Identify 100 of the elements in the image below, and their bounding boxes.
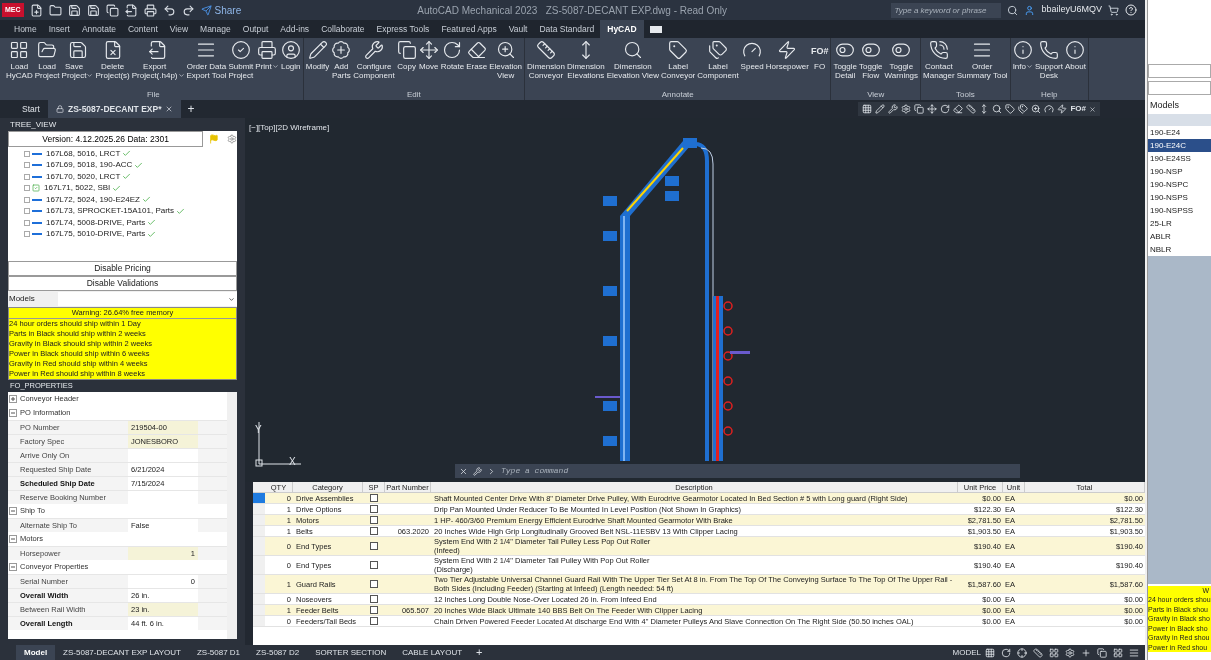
ribbon-button[interactable]: Contact Manager xyxy=(922,38,956,89)
ribbon-tab[interactable]: Manage xyxy=(194,20,237,38)
tree-item[interactable]: 167L75, 5010-DRIVE, Parts xyxy=(46,228,146,241)
viewport-label[interactable]: [−][Top][2D Wireframe] xyxy=(249,122,330,134)
ribbon-button[interactable]: Login xyxy=(279,38,302,89)
lines-icon[interactable] xyxy=(1129,647,1139,658)
list-item[interactable]: 190-NSPS xyxy=(1148,191,1211,204)
ribbon-button[interactable]: Print xyxy=(254,38,280,89)
panel-button[interactable]: Disable Pricing xyxy=(8,261,237,276)
ribbon-button[interactable]: Order Data Export Tool xyxy=(185,38,228,89)
ribbon-button[interactable]: Rotate xyxy=(439,38,466,89)
ribbon-tab[interactable]: Insert xyxy=(42,20,76,38)
ribbon-button[interactable]: About xyxy=(1064,38,1087,89)
grid-icon[interactable] xyxy=(1113,647,1123,658)
fo-icon[interactable]: FO# xyxy=(1070,103,1086,115)
checkbox[interactable] xyxy=(370,527,378,535)
layout-tab[interactable]: ZS-5087 D1 xyxy=(188,645,249,660)
zoom-icon[interactable] xyxy=(1031,104,1042,114)
ribbon-button[interactable]: Move xyxy=(417,38,440,89)
layout-tab[interactable]: CABLE LAYOUT xyxy=(394,645,471,660)
ribbon-button[interactable]: Submit Project xyxy=(227,38,255,89)
cart-icon[interactable] xyxy=(1108,4,1119,16)
search-field[interactable]: Type a keyword or phrase xyxy=(891,2,1002,18)
ruler-icon[interactable] xyxy=(966,104,977,114)
checkbox[interactable] xyxy=(370,595,378,603)
rotate-icon[interactable] xyxy=(940,104,951,114)
ribbon-tab[interactable]: Add-ins xyxy=(274,20,316,38)
checkbox[interactable] xyxy=(370,505,378,513)
copy-icon[interactable] xyxy=(914,104,925,114)
grid-icon[interactable] xyxy=(1049,647,1059,658)
undo-icon[interactable] xyxy=(162,3,176,17)
file-export-icon[interactable] xyxy=(124,3,138,17)
checkbox[interactable] xyxy=(370,516,378,524)
share-button[interactable]: Share xyxy=(200,2,242,18)
checkbox[interactable] xyxy=(370,494,378,502)
gauge-icon[interactable] xyxy=(1044,104,1055,114)
table-row[interactable] xyxy=(253,575,1145,594)
ribbon-button[interactable]: Toggle Detail xyxy=(832,38,858,89)
tree-item[interactable]: 167L68, 5016, LRCT xyxy=(46,147,121,160)
crosshair-icon[interactable] xyxy=(1017,647,1027,658)
ribbon-button[interactable]: Order Summary Tool xyxy=(955,38,1009,89)
list-item[interactable]: 190-NSPC xyxy=(1148,178,1211,191)
list-item[interactable]: 25-LR xyxy=(1148,217,1211,230)
list-item[interactable]: 190-E24SS xyxy=(1148,152,1211,165)
ribbon-button[interactable]: Speed xyxy=(739,38,765,89)
ribbon-button[interactable]: Erase xyxy=(465,38,489,89)
document-tab[interactable]: ZS-5087-DECANT EXP* xyxy=(47,100,182,118)
ribbon-button[interactable]: Dimension Elevations xyxy=(565,38,606,89)
user-icon[interactable] xyxy=(1024,4,1036,16)
ribbon-button[interactable]: Load Project xyxy=(33,38,61,89)
tree-item[interactable]: 167L73, SPROCKET-15A101, Parts xyxy=(46,205,175,218)
checkbox[interactable] xyxy=(370,561,378,569)
collapse-icon[interactable] xyxy=(9,535,17,543)
ribbon-button[interactable]: Modify xyxy=(304,38,331,89)
tree-item[interactable]: 167L72, 5024, 190-E24EZ xyxy=(46,193,140,206)
ribbon-tab[interactable]: Data Standard xyxy=(533,20,601,38)
model-space-label[interactable]: MODEL xyxy=(952,646,981,659)
new-file-icon[interactable] xyxy=(29,3,43,17)
checkbox[interactable] xyxy=(370,617,378,625)
search-icon[interactable] xyxy=(992,104,1003,114)
checkbox[interactable] xyxy=(370,580,378,588)
help-icon[interactable] xyxy=(1125,4,1137,16)
print-icon[interactable] xyxy=(143,3,157,17)
ribbon-button[interactable]: Label Component xyxy=(696,38,740,89)
grid-icon[interactable] xyxy=(985,647,995,658)
ribbon-button[interactable]: Toggle Warnings xyxy=(883,38,920,89)
close-icon[interactable] xyxy=(165,105,174,113)
folder-icon[interactable] xyxy=(48,3,62,17)
ribbon-button[interactable]: Export Project(.h4p) xyxy=(130,38,186,89)
ribbon-tab[interactable]: Collaborate xyxy=(315,20,371,38)
ribbon-tab[interactable]: Featured Apps xyxy=(435,20,503,38)
ribbon-button[interactable]: Delete Project(s) xyxy=(94,38,131,89)
ribbon-tab[interactable]: Content xyxy=(122,20,164,38)
close-icon[interactable] xyxy=(1089,105,1096,113)
ribbon-button[interactable]: Support Desk xyxy=(1033,38,1064,89)
ribbon-button[interactable]: Save Project xyxy=(60,38,95,89)
tags-icon[interactable] xyxy=(1018,104,1029,114)
ribbon-tab[interactable]: HyCAD xyxy=(600,20,644,38)
tree-item[interactable]: 167L74, 5008-DRIVE, Parts xyxy=(46,216,146,229)
pencil-icon[interactable] xyxy=(875,104,886,114)
ribbon-button[interactable]: Info xyxy=(1011,38,1034,89)
list-item[interactable]: ABLR xyxy=(1148,230,1211,243)
layout-tab[interactable]: ZS-5087-DECANT EXP LAYOUT xyxy=(55,645,189,660)
ribbon-tab[interactable]: Express Tools xyxy=(370,20,436,38)
ribbon-tab[interactable]: Home xyxy=(8,20,43,38)
ribbon-button[interactable]: Add Parts xyxy=(330,38,353,89)
command-field[interactable]: Type a command xyxy=(501,465,1016,477)
document-tab[interactable]: Start xyxy=(14,100,48,118)
ribbon-button[interactable]: Elevation View xyxy=(488,38,524,89)
ribbon-tab[interactable]: View xyxy=(163,20,195,38)
move-icon[interactable] xyxy=(927,104,938,114)
copy-icon[interactable] xyxy=(1097,647,1107,658)
ruler-icon[interactable] xyxy=(1033,647,1043,658)
ribbon-button[interactable]: Copy xyxy=(395,38,418,89)
close-icon[interactable] xyxy=(459,466,468,476)
ribbon-button[interactable]: Dimension Conveyor xyxy=(526,38,566,89)
ribbon-button[interactable]: Label Conveyor xyxy=(660,38,697,89)
layout-tab[interactable]: Model xyxy=(16,645,56,660)
input-field[interactable] xyxy=(1148,81,1211,95)
tree-item[interactable]: 167L69, 5018, 190-ACC xyxy=(46,159,133,172)
